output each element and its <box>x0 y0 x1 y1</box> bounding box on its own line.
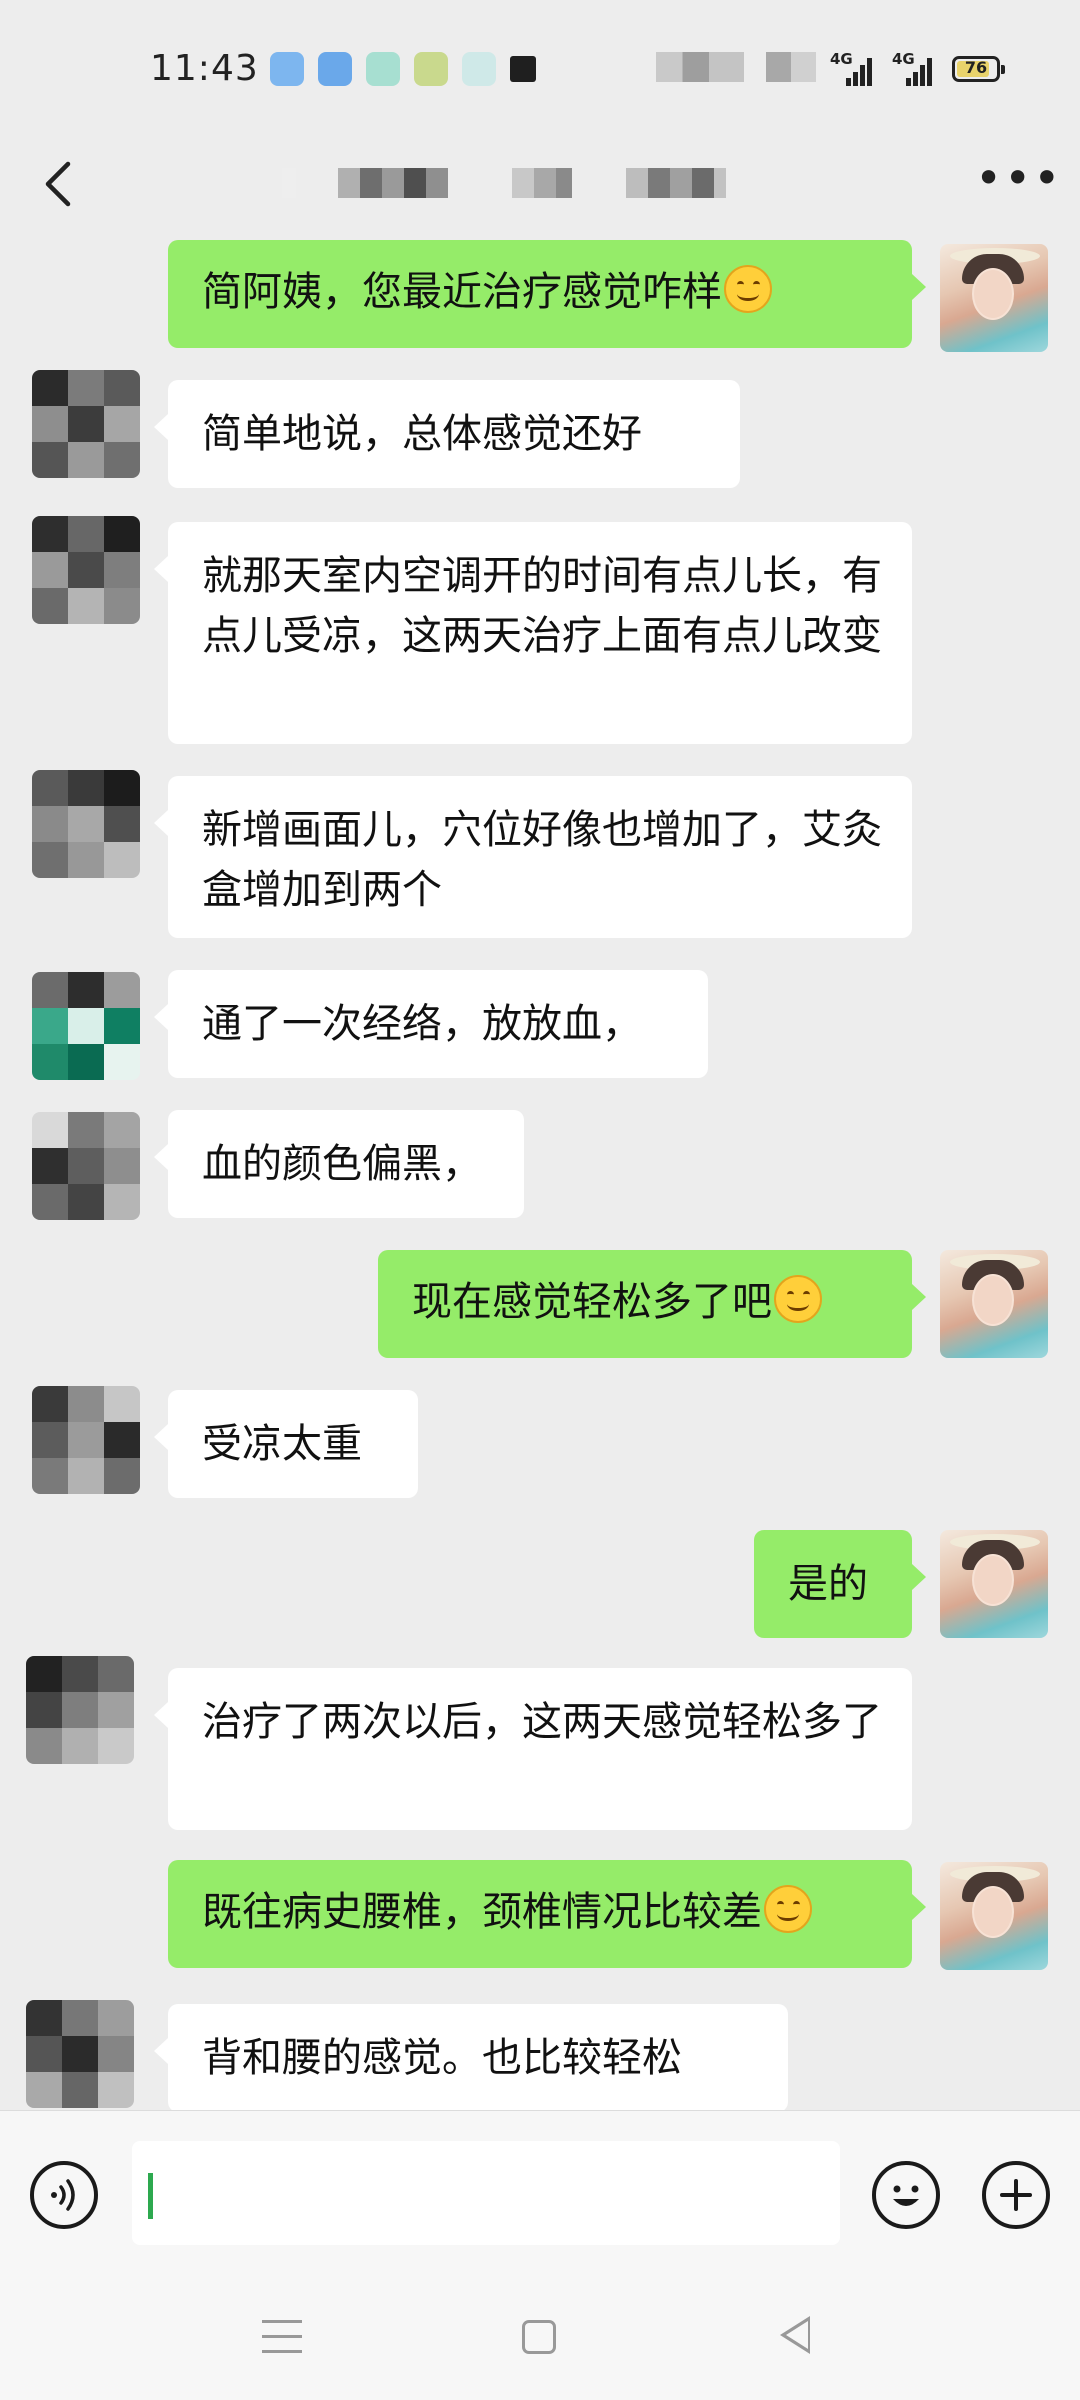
message-bubble-other[interactable]: 治疗了两次以后，这两天感觉轻松多了 <box>154 1668 912 1830</box>
message-bubble-other[interactable]: 通了一次经络，放放血， <box>154 970 708 1078</box>
avatar[interactable] <box>940 1530 1048 1638</box>
app-notification-icon <box>462 52 496 86</box>
smile-emoji-icon <box>764 1885 812 1933</box>
message-bubble-other[interactable]: 简单地说，总体感觉还好 <box>154 380 740 488</box>
menu-icon[interactable] <box>262 2320 302 2356</box>
message-text: 简单地说，总体感觉还好 <box>202 411 642 457</box>
avatar[interactable] <box>32 770 140 878</box>
avatar[interactable] <box>26 1656 134 1764</box>
back-triangle-icon[interactable] <box>780 2316 810 2354</box>
status-time: 11:43 <box>150 48 259 89</box>
message-text: 背和腰的感觉。也比较轻松 <box>202 2035 682 2081</box>
notification-icons <box>270 52 536 86</box>
message-text: 现在感觉轻松多了吧 <box>412 1279 772 1325</box>
chat-header: ••• <box>0 140 1080 240</box>
status-blurred-icons <box>766 52 816 82</box>
system-nav-bar <box>0 2280 1080 2400</box>
status-bar: 11:43 4G 4G 76 <box>0 0 1080 140</box>
contact-name <box>626 168 726 198</box>
message-bubble-other[interactable]: 背和腰的感觉。也比较轻松 <box>154 2004 788 2110</box>
message-bubble-self[interactable]: 既往病史腰椎，颈椎情况比较差 <box>168 1860 926 1968</box>
message-text: 通了一次经络，放放血， <box>202 1001 642 1047</box>
message-bubble-other[interactable]: 受凉太重 <box>154 1390 418 1498</box>
smile-emoji-icon <box>724 265 772 313</box>
chevron-left-icon[interactable] <box>30 154 90 214</box>
text-cursor <box>148 2173 153 2219</box>
contact-name <box>512 168 572 198</box>
message-text: 简阿姨，您最近治疗感觉咋样 <box>202 269 722 315</box>
avatar[interactable] <box>32 1112 140 1220</box>
message-text: 血的颜色偏黑， <box>202 1141 482 1187</box>
avatar[interactable] <box>940 244 1048 352</box>
home-icon[interactable] <box>522 2320 556 2354</box>
message-bubble-self[interactable]: 简阿姨，您最近治疗感觉咋样 <box>168 240 926 348</box>
message-bubble-self[interactable]: 是的 <box>754 1530 926 1638</box>
contact-name <box>282 168 296 198</box>
message-text: 受凉太重 <box>202 1421 362 1467</box>
app-notification-icon <box>270 52 304 86</box>
smile-emoji-icon <box>774 1275 822 1323</box>
more-icon[interactable]: ••• <box>975 155 1060 208</box>
contact-name <box>338 168 448 198</box>
app-notification-icon <box>318 52 352 86</box>
avatar[interactable] <box>32 370 140 478</box>
voice-icon[interactable] <box>30 2161 98 2229</box>
signal-icon <box>906 56 932 86</box>
message-text: 治疗了两次以后，这两天感觉轻松多了 <box>202 1699 882 1745</box>
message-bubble-self[interactable]: 现在感觉轻松多了吧 <box>378 1250 926 1358</box>
avatar[interactable] <box>32 972 140 1080</box>
avatar[interactable] <box>940 1250 1048 1358</box>
message-text: 就那天室内空调开的时间有点儿长，有点儿受凉，这两天治疗上面有点儿改变 <box>202 553 882 659</box>
message-bubble-other[interactable]: 就那天室内空调开的时间有点儿长，有点儿受凉，这两天治疗上面有点儿改变 <box>154 522 912 744</box>
message-bubble-other[interactable]: 新增画面儿，穴位好像也增加了，艾灸盒增加到两个 <box>154 776 912 938</box>
signal-icon <box>846 56 872 86</box>
message-input[interactable] <box>132 2141 840 2245</box>
message-text: 新增画面儿，穴位好像也增加了，艾灸盒增加到两个 <box>202 807 882 913</box>
avatar[interactable] <box>32 516 140 624</box>
battery-level: 76 <box>964 58 988 77</box>
message-text: 是的 <box>788 1561 868 1607</box>
avatar[interactable] <box>26 2000 134 2108</box>
app-notification-icon <box>510 56 536 82</box>
message-text: 既往病史腰椎，颈椎情况比较差 <box>202 1889 762 1935</box>
avatar[interactable] <box>32 1386 140 1494</box>
message-list[interactable]: 简阿姨，您最近治疗感觉咋样 简单地说，总体感觉还好 就那天室内空调开的时间有点儿… <box>0 240 1080 2110</box>
avatar[interactable] <box>940 1862 1048 1970</box>
plus-icon[interactable] <box>982 2161 1050 2229</box>
status-blurred-icons <box>656 52 744 82</box>
app-notification-icon <box>366 52 400 86</box>
app-notification-icon <box>414 52 448 86</box>
battery-icon: 76 <box>952 56 1005 82</box>
emoji-icon[interactable] <box>872 2161 940 2229</box>
input-bar <box>0 2110 1080 2281</box>
message-bubble-other[interactable]: 血的颜色偏黑， <box>154 1110 524 1218</box>
